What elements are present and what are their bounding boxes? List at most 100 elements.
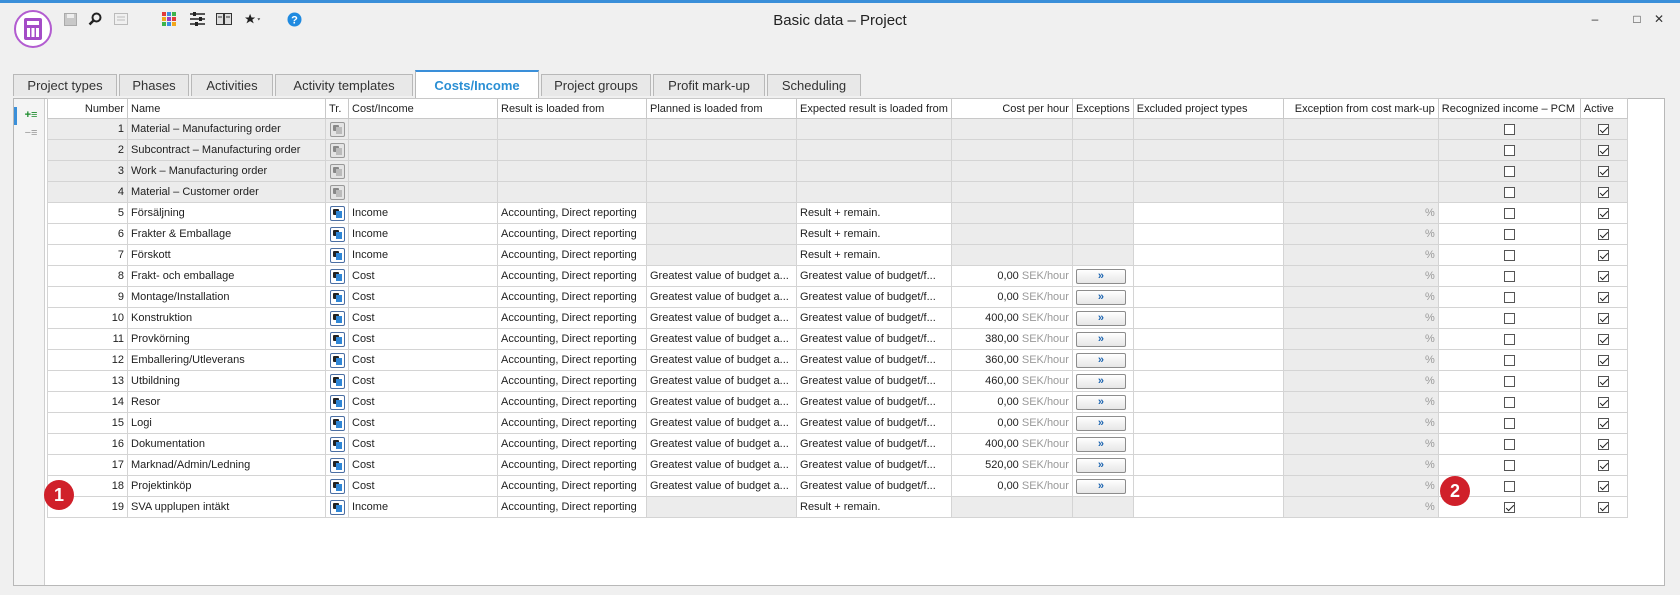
cell-name[interactable]: Utbildning	[127, 370, 326, 392]
cell-number[interactable]: 12	[47, 349, 128, 371]
cell-name[interactable]: Konstruktion	[127, 307, 326, 329]
cell-translation[interactable]	[325, 370, 349, 392]
recognized-checkbox[interactable]	[1503, 312, 1515, 324]
cell-name[interactable]: Work – Manufacturing order	[127, 160, 326, 182]
active-checkbox[interactable]	[1598, 396, 1610, 408]
active-checkbox[interactable]	[1598, 312, 1610, 324]
cell-cost-income[interactable]: Cost	[348, 433, 498, 455]
cell-name[interactable]: Försäljning	[127, 202, 326, 224]
cell-translation[interactable]	[325, 496, 349, 518]
cell-recognized[interactable]	[1437, 181, 1581, 203]
cell-result-from[interactable]: Accounting, Direct reporting	[497, 328, 647, 350]
cell-recognized[interactable]	[1437, 349, 1581, 371]
cell-recognized[interactable]	[1437, 454, 1581, 476]
cell-exception-markup[interactable]: %	[1282, 244, 1439, 266]
cell-cost-income[interactable]: Cost	[348, 328, 498, 350]
cell-translation[interactable]	[325, 475, 349, 497]
cell-excluded-types[interactable]	[1132, 202, 1284, 224]
cell-number[interactable]: 4	[47, 181, 128, 203]
exceptions-button[interactable]: »	[1075, 268, 1126, 284]
cell-number[interactable]: 3	[47, 160, 128, 182]
cell-expected-from[interactable]	[796, 181, 952, 203]
table-row[interactable]: 6 Frakter & Emballage Income Accounting, Di…	[47, 223, 1628, 245]
translation-icon[interactable]	[329, 478, 345, 494]
translation-icon[interactable]	[329, 205, 345, 221]
translation-icon[interactable]	[329, 415, 345, 431]
cell-name[interactable]: Material – Customer order	[127, 181, 326, 203]
table-row[interactable]: 16 Dokumentation Cost Accounting, Direct re…	[47, 433, 1628, 455]
cell-translation[interactable]	[325, 307, 349, 329]
cell-exceptions[interactable]: »	[1071, 307, 1134, 329]
cell-cost-income[interactable]: Income	[348, 496, 498, 518]
cell-active[interactable]	[1579, 433, 1628, 455]
cell-name[interactable]: Dokumentation	[127, 433, 326, 455]
cell-cost-income[interactable]	[348, 118, 498, 140]
cell-excluded-types[interactable]	[1132, 160, 1284, 182]
cell-result-from[interactable]	[497, 160, 647, 182]
cell-name[interactable]: Montage/Installation	[127, 286, 326, 308]
cell-exception-markup[interactable]: %	[1282, 370, 1439, 392]
cell-result-from[interactable]	[497, 181, 647, 203]
cell-number[interactable]: 13	[47, 370, 128, 392]
cell-cost-income[interactable]	[348, 160, 498, 182]
exceptions-button[interactable]: »	[1075, 352, 1126, 368]
cell-cost-per-hour[interactable]: 360,00 SEK/hour	[950, 349, 1073, 371]
cell-translation[interactable]	[325, 181, 349, 203]
cell-recognized[interactable]	[1437, 202, 1581, 224]
cell-number[interactable]: 1	[47, 118, 128, 140]
cell-excluded-types[interactable]	[1132, 118, 1284, 140]
cell-cost-income[interactable]: Cost	[348, 475, 498, 497]
cell-planned-from[interactable]: Greatest value of budget a...	[646, 433, 797, 455]
tab-activities[interactable]: Activities	[191, 74, 273, 96]
cell-active[interactable]	[1579, 496, 1628, 518]
recognized-checkbox[interactable]	[1503, 396, 1515, 408]
translation-icon[interactable]	[329, 499, 345, 515]
col-expected-from[interactable]: Expected result is loaded from	[796, 98, 952, 119]
cell-active[interactable]	[1579, 223, 1628, 245]
cell-active[interactable]	[1579, 286, 1628, 308]
cell-recognized[interactable]	[1437, 160, 1581, 182]
recognized-checkbox[interactable]	[1503, 480, 1515, 492]
table-row[interactable]: 11 Provkörning Cost Accounting, Direct repo…	[47, 328, 1628, 350]
cell-exceptions[interactable]: »	[1071, 265, 1134, 287]
translation-icon[interactable]	[329, 142, 345, 158]
cell-planned-from[interactable]	[646, 181, 797, 203]
cell-result-from[interactable]: Accounting, Direct reporting	[497, 349, 647, 371]
cell-number[interactable]: 17	[47, 454, 128, 476]
translation-icon[interactable]	[329, 247, 345, 263]
cell-cost-income[interactable]: Income	[348, 223, 498, 245]
cell-exceptions[interactable]: »	[1071, 349, 1134, 371]
cell-active[interactable]	[1579, 202, 1628, 224]
cell-active[interactable]	[1579, 328, 1628, 350]
cell-planned-from[interactable]: Greatest value of budget a...	[646, 265, 797, 287]
cell-number[interactable]: 14	[47, 391, 128, 413]
cell-cost-per-hour[interactable]: 0,00 SEK/hour	[950, 412, 1073, 434]
cell-active[interactable]	[1579, 244, 1628, 266]
cell-name[interactable]: Frakt- och emballage	[127, 265, 326, 287]
cell-excluded-types[interactable]	[1132, 223, 1284, 245]
translation-icon[interactable]	[329, 394, 345, 410]
cell-recognized[interactable]	[1437, 244, 1581, 266]
cell-expected-from[interactable]: Greatest value of budget/f...	[796, 391, 952, 413]
cell-planned-from[interactable]: Greatest value of budget a...	[646, 391, 797, 413]
table-row[interactable]: 13 Utbildning Cost Accounting, Direct repor…	[47, 370, 1628, 392]
col-recognized-income[interactable]: Recognized income – PCM	[1437, 98, 1581, 119]
maximize-button[interactable]: □	[1630, 12, 1644, 26]
cell-number[interactable]: 10	[47, 307, 128, 329]
active-checkbox[interactable]	[1598, 438, 1610, 450]
cell-exception-markup[interactable]: %	[1282, 496, 1439, 518]
cell-cost-per-hour[interactable]: 0,00 SEK/hour	[950, 391, 1073, 413]
cell-exception-markup[interactable]: %	[1282, 328, 1439, 350]
cell-cost-income[interactable]: Income	[348, 202, 498, 224]
cell-exception-markup[interactable]: %	[1282, 454, 1439, 476]
close-button[interactable]: ✕	[1652, 12, 1666, 26]
table-row[interactable]: 18 Projektinköp Cost Accounting, Direct rep…	[47, 475, 1628, 497]
cell-result-from[interactable]: Accounting, Direct reporting	[497, 412, 647, 434]
exceptions-button[interactable]: »	[1075, 373, 1126, 389]
cell-expected-from[interactable]	[796, 118, 952, 140]
cell-recognized[interactable]	[1437, 433, 1581, 455]
cell-translation[interactable]	[325, 265, 349, 287]
cell-cost-per-hour[interactable]: 460,00 SEK/hour	[950, 370, 1073, 392]
cell-excluded-types[interactable]	[1132, 265, 1284, 287]
cell-cost-per-hour[interactable]: 0,00 SEK/hour	[950, 265, 1073, 287]
